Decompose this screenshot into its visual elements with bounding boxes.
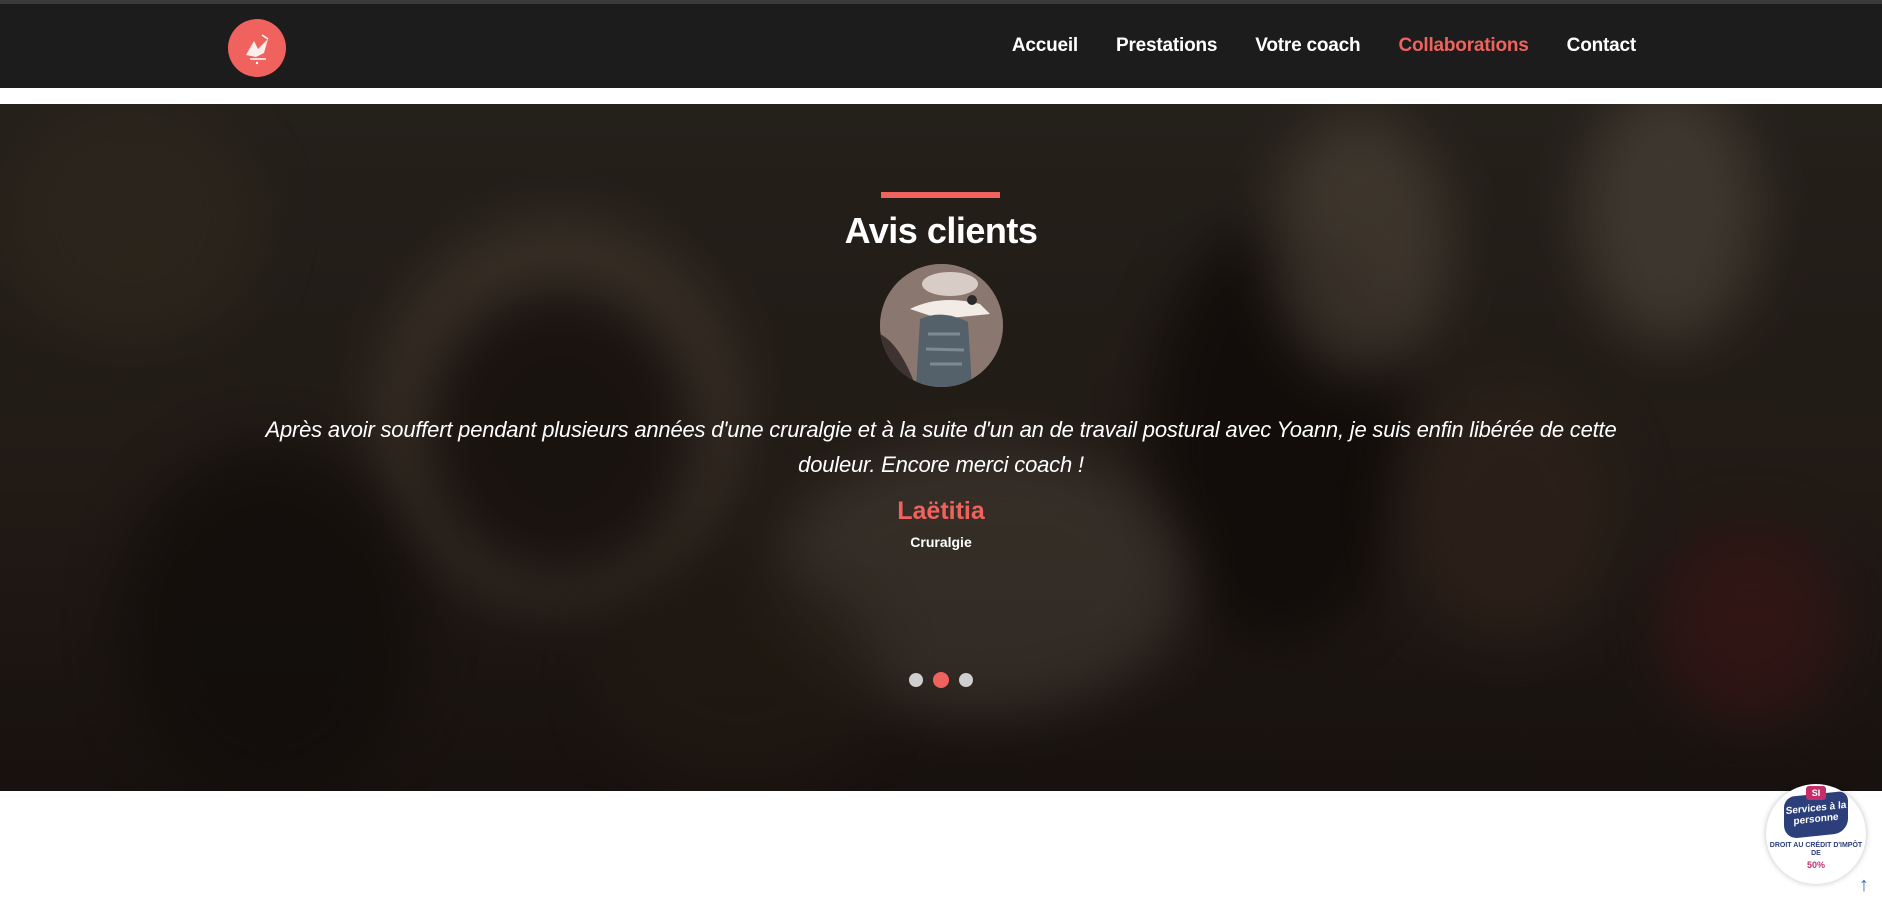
- carousel-indicators: [0, 672, 1882, 688]
- testimonials-section: Avis clients Après avoir souffert pendan…: [0, 104, 1882, 791]
- services-a-la-personne-badge[interactable]: Services à la personne SI DROIT AU CRÉDI…: [1766, 784, 1866, 884]
- nav-votre-coach[interactable]: Votre coach: [1255, 35, 1360, 57]
- arrow-up-icon: ↑: [1859, 874, 1869, 896]
- site-logo[interactable]: [228, 19, 286, 77]
- carousel-dot-1[interactable]: [909, 673, 923, 687]
- client-name: Laëtitia: [897, 497, 985, 525]
- carousel-dot-2[interactable]: [933, 672, 949, 688]
- carousel-dot-3[interactable]: [959, 673, 973, 687]
- client-avatar: [880, 264, 1003, 387]
- badge-si-label: SI: [1806, 786, 1826, 800]
- navbar: Accueil Prestations Votre coach Collabor…: [0, 4, 1882, 88]
- main-nav: Accueil Prestations Votre coach Collabor…: [1012, 4, 1636, 88]
- badge-percent: 50%: [1806, 860, 1825, 870]
- title-accent-bar: [881, 192, 1000, 198]
- badge-tax-credit-text: DROIT AU CRÉDIT D'IMPÔT DE: [1769, 842, 1863, 857]
- nav-accueil[interactable]: Accueil: [1012, 35, 1078, 57]
- nav-contact[interactable]: Contact: [1567, 35, 1637, 57]
- testimonial-quote: Après avoir souffert pendant plusieurs a…: [265, 417, 1617, 477]
- scroll-to-top-button[interactable]: ↑: [1855, 874, 1873, 896]
- section-title: Avis clients: [844, 210, 1038, 251]
- nav-collaborations[interactable]: Collaborations: [1398, 35, 1528, 57]
- client-condition: Cruralgie: [910, 534, 972, 550]
- nav-prestations[interactable]: Prestations: [1116, 35, 1217, 57]
- client-photo: [880, 264, 1003, 387]
- bird-logo-icon: [246, 34, 269, 65]
